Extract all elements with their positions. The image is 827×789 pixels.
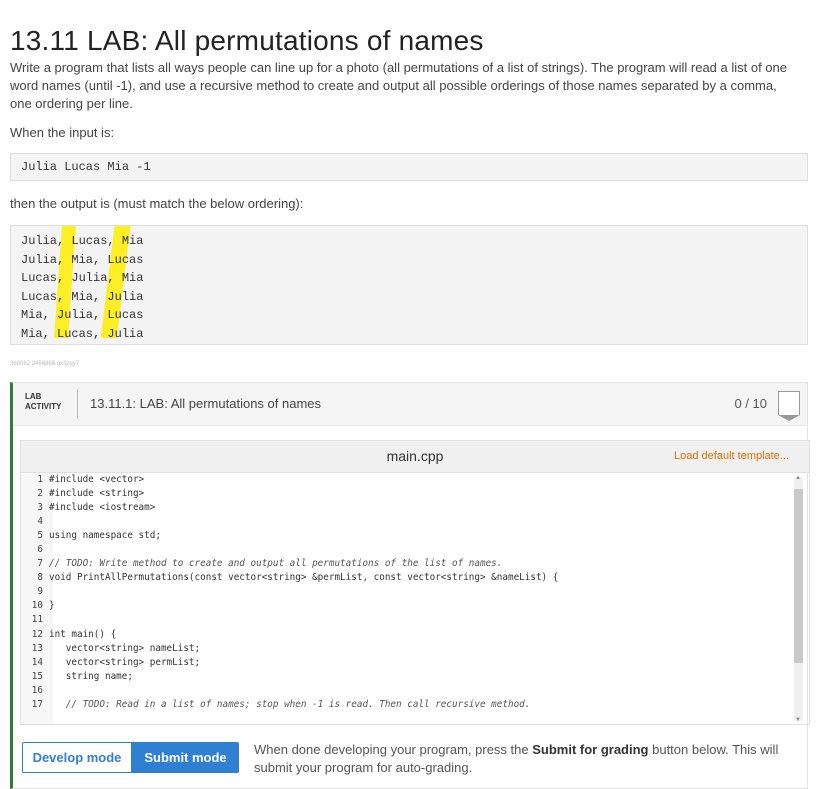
code-line: 1 #include <vector> <box>21 473 793 487</box>
output-line: Mia, Julia, Lucas <box>21 308 144 322</box>
submit-note-before: When done developing your program, press… <box>254 742 533 757</box>
code-editor: main.cpp Load default template... 1 #incl… <box>20 440 810 725</box>
code-line: 5 using namespace std; <box>21 529 793 543</box>
code-line: 4 <box>21 515 793 529</box>
lab-header: LAB ACTIVITY 13.11.1: LAB: All permutati… <box>13 383 807 426</box>
line-number: 6 <box>37 544 43 556</box>
line-number: 8 <box>37 572 43 584</box>
line-number: 10 <box>31 600 43 612</box>
code-text: using namespace std; <box>49 530 161 542</box>
code-text: void PrintAllPermutations(const vector<s… <box>49 572 559 584</box>
code-text: int main() { <box>49 628 117 640</box>
scroll-down-arrow-icon[interactable]: ▼ <box>795 717 801 723</box>
page-title: 13.11 LAB: All permutations of names <box>10 24 484 56</box>
content-id: 368082.2456868.qx3zqy7 <box>10 361 80 367</box>
code-text: string name; <box>49 670 133 682</box>
code-text: #include <iostream> <box>49 502 156 514</box>
output-intro-text: then the output is (must match the below… <box>10 196 304 211</box>
line-number: 7 <box>37 558 43 570</box>
code-text: vector<string> permList; <box>49 656 201 668</box>
submit-note-bold: Submit for grading <box>532 742 649 757</box>
code-text: #include <string> <box>49 488 145 500</box>
line-number: 15 <box>31 670 43 682</box>
editor-header: main.cpp Load default template... <box>21 441 809 473</box>
line-number: 17 <box>31 698 43 710</box>
line-number: 16 <box>31 684 43 696</box>
lab-tag-line2: ACTIVITY <box>25 402 62 411</box>
output-line: Julia, Mia, Lucas <box>21 252 144 267</box>
editor-scrollbar[interactable]: ▲ ▼ <box>794 475 803 723</box>
input-intro-text: When the input is: <box>10 125 115 140</box>
line-number: 5 <box>37 530 43 542</box>
output-line: Lucas, Julia, Mia <box>21 271 144 285</box>
line-number: 9 <box>37 586 43 598</box>
output-example-box: Julia, Lucas, Mia Julia, Mia, Lucas Luca… <box>10 225 808 345</box>
code-line: 10} <box>21 599 793 613</box>
code-line: 9 <box>21 585 793 599</box>
output-line: Mia, Lucas, Julia <box>21 326 144 341</box>
develop-mode-button[interactable]: Develop mode <box>22 742 132 773</box>
line-number: 11 <box>31 614 43 626</box>
code-line: 7 // TODO: Write method to create and out… <box>21 557 793 571</box>
scrollbar-thumb[interactable] <box>794 489 803 663</box>
code-line: 2 #include <string> <box>21 487 793 501</box>
line-number: 4 <box>37 516 43 528</box>
code-text: #include <vector> <box>49 474 145 485</box>
score-text: 0 / 10 <box>734 396 767 411</box>
lab-activity-tag: LAB ACTIVITY <box>25 392 61 412</box>
code-line: 16 <box>21 684 793 698</box>
problem-description: Write a program that lists all ways peop… <box>10 60 787 111</box>
code-line: 6 <box>21 543 793 557</box>
code-line: 8 void PrintAllPermutations(const vector<… <box>21 571 793 585</box>
lab-tag-line1: LAB <box>25 392 42 401</box>
code-line: 15 string name; <box>21 670 793 684</box>
code-line: 3 #include <iostream> <box>21 501 793 515</box>
code-area[interactable]: 1 #include <vector> 2 #include <string> 3 #in… <box>21 473 793 724</box>
input-example-box: Julia Lucas Mia -1 <box>10 153 808 181</box>
code-line: 11 <box>21 613 793 627</box>
lab-title: 13.11.1: LAB: All permutations of names <box>90 396 322 411</box>
code-line: 14 vector<string> permList; <box>21 656 793 670</box>
submit-note: When done developing your program, press… <box>254 741 794 777</box>
code-line: 12 int main() { <box>21 628 793 642</box>
line-number: 13 <box>31 642 43 654</box>
code-line: 13 vector<string> nameList; <box>21 642 793 656</box>
code-text: // TODO: Write method to create and outp… <box>49 558 503 570</box>
line-number: 12 <box>31 628 43 640</box>
line-number: 1 <box>37 474 43 485</box>
submit-mode-button[interactable]: Submit mode <box>132 742 239 773</box>
code-line: 17 // TODO: Read in a list of names; sto… <box>21 698 793 712</box>
load-default-template-link[interactable]: Load default template... <box>674 450 789 462</box>
line-number: 2 <box>37 488 43 500</box>
code-text: vector<string> nameList; <box>49 642 201 654</box>
output-line: Lucas, Mia, Julia <box>21 289 144 304</box>
header-divider <box>77 389 78 419</box>
completion-badge-icon <box>778 391 800 421</box>
scroll-up-arrow-icon[interactable]: ▲ <box>795 475 801 481</box>
code-text: } <box>49 600 55 612</box>
line-number: 3 <box>37 502 43 514</box>
output-line: Julia, Lucas, Mia <box>21 234 144 248</box>
line-number: 14 <box>31 656 43 668</box>
code-text: // TODO: Read in a list of names; stop w… <box>49 698 531 710</box>
